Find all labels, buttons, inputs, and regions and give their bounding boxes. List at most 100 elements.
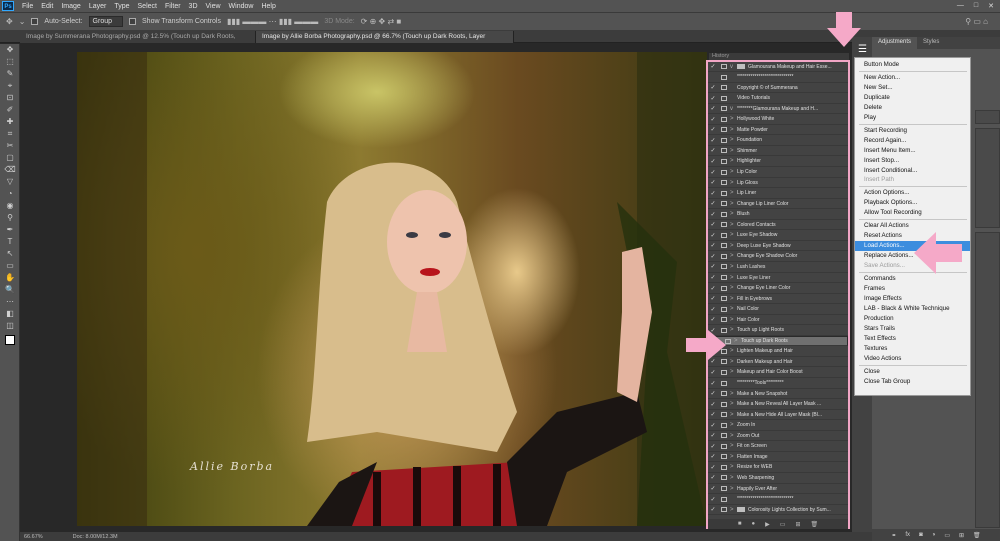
tool-icon[interactable]: ⬚ bbox=[0, 56, 20, 68]
check-icon[interactable]: ✓ bbox=[708, 485, 718, 492]
dialog-toggle-icon[interactable] bbox=[721, 422, 727, 428]
chevron-icon[interactable]: v bbox=[730, 106, 737, 112]
dialog-toggle-icon[interactable] bbox=[721, 486, 727, 492]
close-icon[interactable]: ✕ bbox=[988, 2, 994, 10]
photo-canvas[interactable] bbox=[77, 52, 707, 526]
dialog-toggle-icon[interactable] bbox=[721, 391, 727, 397]
tool-icon[interactable]: ◔ bbox=[0, 188, 20, 200]
action-row[interactable]: ✓ ***************************** bbox=[708, 495, 848, 505]
menu-item[interactable]: Filter bbox=[161, 3, 185, 10]
dialog-toggle-icon[interactable] bbox=[721, 401, 727, 407]
action-row[interactable]: ✓ > Makeup and Hair Color Boost bbox=[708, 368, 848, 379]
action-row[interactable]: ✓ > Nail Color bbox=[708, 305, 848, 315]
menu-item-frames[interactable]: Frames bbox=[855, 284, 970, 294]
chevron-icon[interactable]: v bbox=[730, 64, 737, 70]
dialog-toggle-icon[interactable] bbox=[721, 359, 727, 365]
chevron-icon[interactable]: > bbox=[730, 454, 737, 460]
chevron-icon[interactable]: > bbox=[730, 127, 737, 133]
menu-item-image-effects[interactable]: Image Effects bbox=[855, 294, 970, 304]
dialog-toggle-icon[interactable] bbox=[721, 148, 727, 154]
action-row[interactable]: ✓ v Glamourana Makeup and Hair Esse... bbox=[708, 62, 848, 73]
check-icon[interactable]: ✓ bbox=[708, 126, 718, 133]
dialog-toggle-icon[interactable] bbox=[721, 211, 727, 217]
tool-icon[interactable]: ⌗ bbox=[0, 128, 20, 140]
action-row[interactable]: ✓ > Resize for WEB bbox=[708, 463, 848, 473]
new-layer-icon[interactable]: ⊞ bbox=[959, 532, 964, 539]
minimize-icon[interactable]: — bbox=[957, 2, 964, 10]
menu-item-video-actions[interactable]: Video Actions bbox=[855, 354, 970, 364]
chevron-icon[interactable]: > bbox=[730, 486, 737, 492]
menu-item[interactable]: Image bbox=[57, 3, 84, 10]
check-icon[interactable]: ✓ bbox=[708, 263, 718, 270]
chevron-icon[interactable]: > bbox=[730, 158, 737, 164]
check-icon[interactable]: ✓ bbox=[708, 147, 718, 154]
action-row[interactable]: ✓ > Colored Contacts bbox=[708, 220, 848, 231]
chevron-icon[interactable]: > bbox=[730, 243, 737, 249]
dialog-toggle-icon[interactable] bbox=[721, 116, 727, 122]
check-icon[interactable]: ✓ bbox=[708, 453, 718, 460]
action-row[interactable]: ✓ > Flatten Image bbox=[708, 452, 848, 463]
menu-item-insert-conditional[interactable]: Insert Conditional... bbox=[855, 166, 970, 176]
menu-item-allow-tool-recording[interactable]: Allow Tool Recording bbox=[855, 208, 970, 218]
menu-item[interactable]: 3D bbox=[185, 3, 202, 10]
action-row[interactable]: ✓ > Web Sharpening bbox=[708, 473, 848, 484]
chevron-icon[interactable]: > bbox=[730, 148, 737, 154]
chevron-icon[interactable]: > bbox=[730, 412, 737, 418]
action-row[interactable]: ✓ > Hair Color bbox=[708, 315, 848, 326]
dialog-toggle-icon[interactable] bbox=[721, 127, 727, 133]
menu-item[interactable]: Type bbox=[110, 3, 133, 10]
chevron-icon[interactable]: > bbox=[730, 137, 737, 143]
auto-select-checkbox[interactable] bbox=[31, 18, 39, 25]
tool-icon[interactable]: ⌖ bbox=[0, 80, 20, 92]
menu-item-start-recording[interactable]: Start Recording bbox=[855, 126, 970, 136]
action-row[interactable]: ✓ > Lip Liner bbox=[708, 189, 848, 199]
menu-item[interactable]: File bbox=[18, 3, 37, 10]
check-icon[interactable]: ✓ bbox=[708, 306, 718, 313]
chevron-icon[interactable]: > bbox=[730, 222, 737, 228]
dialog-toggle-icon[interactable] bbox=[721, 454, 727, 460]
menu-item-button-mode[interactable]: Button Mode bbox=[855, 60, 970, 70]
check-icon[interactable]: ✓ bbox=[708, 422, 718, 429]
action-row[interactable]: ✓ *********Tools********* bbox=[708, 379, 848, 389]
check-icon[interactable]: ✓ bbox=[708, 474, 718, 481]
dialog-toggle-icon[interactable] bbox=[721, 169, 727, 175]
dialog-toggle-icon[interactable] bbox=[721, 285, 727, 291]
menu-item-lab-black-white-technique[interactable]: LAB - Black & White Technique bbox=[855, 304, 970, 314]
chevron-icon[interactable]: > bbox=[730, 369, 737, 375]
tool-icon[interactable]: ⚲ bbox=[0, 212, 20, 224]
menu-item-new-action[interactable]: New Action... bbox=[855, 73, 970, 83]
action-row[interactable]: ✓ Copyright © of Summerana bbox=[708, 83, 848, 94]
menu-item-commands[interactable]: Commands bbox=[855, 274, 970, 284]
menu-item[interactable]: Select bbox=[134, 3, 161, 10]
tab-document-2[interactable]: Image by Allie Borba Photography.psd @ 6… bbox=[256, 31, 514, 52]
action-row[interactable]: ✓ > Shimmer bbox=[708, 146, 848, 157]
dialog-toggle-icon[interactable] bbox=[721, 443, 727, 449]
chevron-icon[interactable]: > bbox=[730, 317, 737, 323]
tool-icon[interactable]: ▢ bbox=[0, 152, 20, 164]
chevron-icon[interactable]: > bbox=[730, 285, 737, 291]
tool-icon[interactable]: T bbox=[0, 236, 20, 248]
check-icon[interactable]: ✓ bbox=[708, 411, 718, 418]
maximize-icon[interactable]: □ bbox=[974, 2, 978, 10]
move-tool-icon[interactable]: ✥ bbox=[6, 17, 13, 26]
dialog-toggle-icon[interactable] bbox=[721, 464, 727, 470]
menu-item[interactable]: Help bbox=[257, 3, 279, 10]
action-row[interactable]: ✓ > Luxe Eye Shadow bbox=[708, 231, 848, 241]
zoom-level[interactable]: 66.67% bbox=[24, 534, 43, 540]
check-icon[interactable]: ✓ bbox=[708, 253, 718, 260]
menu-item[interactable]: Window bbox=[225, 3, 258, 10]
chevron-icon[interactable]: > bbox=[730, 201, 737, 207]
folder-icon[interactable]: ▭ bbox=[944, 532, 950, 539]
chevron-icon[interactable]: > bbox=[730, 190, 737, 196]
tool-icon[interactable]: ⋯ bbox=[0, 296, 20, 308]
dialog-toggle-icon[interactable] bbox=[721, 275, 727, 281]
chevron-icon[interactable]: > bbox=[730, 359, 737, 365]
action-row[interactable]: ✓ > Lip Color bbox=[708, 168, 848, 178]
check-icon[interactable]: ✓ bbox=[708, 158, 718, 165]
action-row[interactable]: ✓ > Fit on Screen bbox=[708, 442, 848, 452]
3d-tools-icons[interactable]: ⟳ ⊕ ✥ ⇄ ■ bbox=[361, 17, 402, 26]
menu-item-insert-menu-item[interactable]: Insert Menu Item... bbox=[855, 146, 970, 156]
chevron-icon[interactable]: > bbox=[730, 253, 737, 259]
action-row[interactable]: ✓ > Zoom Out bbox=[708, 431, 848, 442]
dialog-toggle-icon[interactable] bbox=[721, 158, 727, 164]
